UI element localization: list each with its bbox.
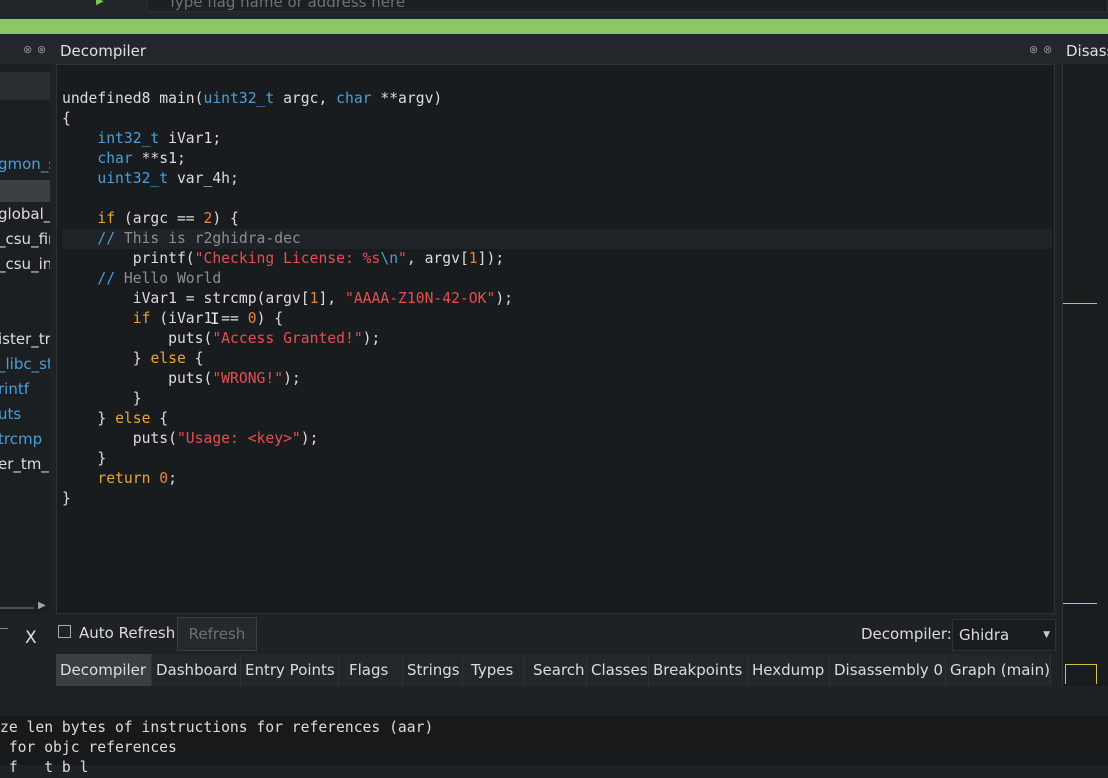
- function-item[interactable]: _csu_in: [0, 255, 50, 273]
- tab-graph[interactable]: Graph (main): [946, 654, 1051, 686]
- function-item[interactable]: rintf: [0, 380, 29, 398]
- function-item[interactable]: _csu_fir: [0, 230, 50, 248]
- flag-search-input[interactable]: Type flag name or address here: [147, 0, 1108, 12]
- tab-strings[interactable]: Strings: [403, 654, 463, 686]
- tab-hexdump[interactable]: Hexdump: [748, 654, 830, 686]
- disassembly-title: Disass: [1066, 42, 1108, 60]
- function-item[interactable]: ister_tr: [0, 330, 50, 348]
- minimap-viewport[interactable]: [1065, 664, 1097, 684]
- chevron-down-icon: ▼: [1043, 630, 1050, 640]
- functions-panel: gmon_s global_ _csu_fir _csu_in ister_tr…: [0, 64, 50, 614]
- minimap-marker: [1063, 303, 1097, 304]
- close-icon[interactable]: ⊗: [1043, 43, 1052, 56]
- tab-search[interactable]: Search: [525, 654, 587, 686]
- tab-types[interactable]: Types: [463, 654, 525, 686]
- tab-dashboard[interactable]: Dashboard: [152, 654, 241, 686]
- tab-entry-points[interactable]: Entry Points: [241, 654, 339, 686]
- decompiler-code-view[interactable]: undefined8 main(uint32_t argc, char **ar…: [56, 64, 1055, 614]
- decompiled-code[interactable]: undefined8 main(uint32_t argc, char **ar…: [62, 89, 513, 509]
- auto-refresh-checkbox[interactable]: [58, 625, 71, 638]
- decompiler-select[interactable]: Ghidra ▼: [952, 619, 1056, 651]
- tab-flags[interactable]: Flags: [339, 654, 403, 686]
- decompiler-title: Decompiler: [60, 42, 147, 60]
- auto-refresh-label: Auto Refresh: [79, 624, 176, 642]
- decompiler-select-value: Ghidra: [959, 626, 1010, 644]
- dock-title-row: [0, 34, 1108, 64]
- play-icon[interactable]: ▶: [96, 0, 104, 7]
- selected-function-row[interactable]: [0, 180, 50, 202]
- console-line: f t b l: [0, 759, 89, 776]
- refresh-button[interactable]: Refresh: [177, 617, 257, 651]
- clear-filter-button[interactable]: X: [25, 628, 37, 648]
- progress-bar: [0, 19, 1108, 34]
- function-item[interactable]: er_tm_: [0, 455, 49, 473]
- text-cursor-icon: I: [210, 309, 220, 328]
- minimap-marker: [1063, 603, 1097, 604]
- float-icon[interactable]: ⊗: [23, 43, 32, 56]
- function-item[interactable]: gmon_s: [0, 155, 50, 173]
- tab-decompiler[interactable]: Decompiler: [56, 654, 152, 686]
- dock-tab-bar: Decompiler Dashboard Entry Points Flags …: [56, 654, 1051, 686]
- float-icon[interactable]: ⊗: [1029, 43, 1038, 56]
- tab-disassembly[interactable]: Disassembly 0: [830, 654, 946, 686]
- tab-classes[interactable]: Classes: [587, 654, 649, 686]
- tab-breakpoints[interactable]: Breakpoints: [649, 654, 748, 686]
- disassembly-minimap[interactable]: [1062, 64, 1108, 686]
- function-item[interactable]: trcmp: [0, 430, 42, 448]
- console-line: for objc references: [0, 739, 177, 756]
- horizontal-scrollbar[interactable]: ▶: [0, 600, 48, 616]
- function-item[interactable]: _libc_st: [0, 355, 50, 373]
- scroll-right-icon[interactable]: ▶: [38, 600, 46, 611]
- function-item[interactable]: global_: [0, 205, 50, 223]
- console-line: ze len bytes of instructions for referen…: [0, 719, 434, 736]
- functions-header: [0, 72, 50, 100]
- function-item[interactable]: uts: [0, 405, 21, 423]
- decompiler-select-label: Decompiler:: [861, 625, 952, 643]
- filter-field-edge: [0, 628, 8, 629]
- close-icon[interactable]: ⊗: [37, 43, 46, 56]
- console-output[interactable]: ze len bytes of instructions for referen…: [0, 716, 1108, 776]
